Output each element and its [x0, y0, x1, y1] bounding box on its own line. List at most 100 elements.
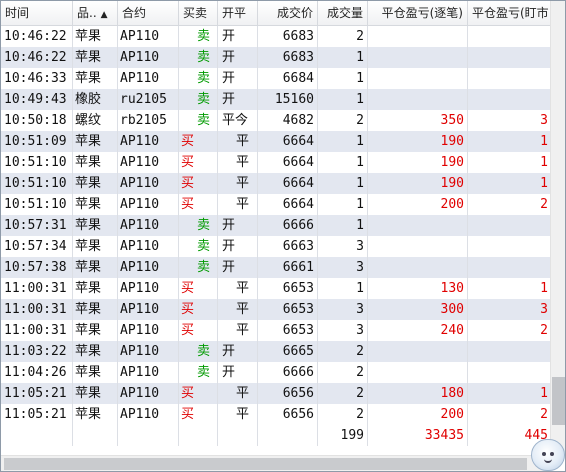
side-label: 卖 [197, 92, 211, 107]
table-row[interactable]: 10:57:34 苹果 AP110 卖开 6663 3 [1, 236, 550, 257]
contract-cell: AP110 [118, 152, 179, 173]
pnl-trade-cell: 180 [368, 383, 468, 404]
contract-cell: AP110 [118, 236, 179, 257]
table-row[interactable]: 10:51:10 苹果 AP110 买 平 6664 1 200 2 [1, 194, 550, 215]
side-label: 卖 [197, 239, 211, 254]
table-row[interactable]: 10:51:09 苹果 AP110 买平 6664 1 190 1 [1, 131, 550, 152]
side-cell: 买 [179, 299, 218, 320]
open-close-cell: 平 [218, 194, 258, 215]
volume-cell: 1 [318, 215, 368, 236]
table-row[interactable]: 10:46:22 苹果 AP110 卖开 6683 2 [1, 26, 550, 47]
side-label: 卖 [197, 113, 211, 128]
side-cell: 卖 [179, 110, 218, 131]
product-cell: 苹果 [73, 320, 118, 341]
column-header-time[interactable]: 时间 [1, 1, 73, 25]
price-cell: 6665 [258, 341, 318, 362]
table-row[interactable]: 11:05:21 苹果 AP110 买平 6656 2 200 2 [1, 404, 550, 425]
pnl-mtm-cell [468, 215, 550, 236]
totals-contract-cell [118, 425, 179, 446]
volume-cell: 1 [318, 68, 368, 89]
contract-cell: AP110 [118, 215, 179, 236]
side-cell: 买 [179, 194, 218, 215]
time-cell: 10:57:31 [1, 215, 73, 236]
table-row[interactable]: 11:03:22 苹果 AP110 卖开 6665 2 [1, 341, 550, 362]
side-cell: 卖 [179, 236, 218, 257]
pnl-trade-cell: 130 [368, 278, 468, 299]
column-header-price[interactable]: 成交价 [258, 1, 318, 25]
table-row[interactable]: 10:49:43 橡胶 ru2105 卖开 15160 1 [1, 89, 550, 110]
pnl-trade-cell: 300 [368, 299, 468, 320]
price-cell: 6664 [258, 173, 318, 194]
column-header-contract[interactable]: 合约 [118, 1, 179, 25]
pnl-mtm-cell: 1 [540, 386, 548, 401]
price-cell: 6664 [258, 152, 318, 173]
contract-cell: AP110 [118, 320, 179, 341]
open-close-cell: 开 [218, 362, 258, 383]
side-label: 卖 [197, 218, 211, 233]
side-label: 买 [181, 197, 195, 212]
vertical-scrollbar-thumb[interactable] [552, 377, 565, 425]
volume-cell: 3 [318, 236, 368, 257]
trade-records-grid: 时间 品.. ▲ 合约 买卖 开平 成交价 成交量 平仓盈亏(逐笔) 平仓盈亏(盯… [0, 0, 566, 472]
side-label: 卖 [197, 29, 211, 44]
table-row[interactable]: 10:51:10 苹果 AP110 买平 6664 1 190 1 [1, 152, 550, 173]
contract-cell: AP110 [118, 173, 179, 194]
pnl-mtm-cell: 1 [540, 134, 548, 149]
horizontal-scrollbar-thumb[interactable] [4, 458, 527, 470]
vertical-scrollbar[interactable] [550, 1, 565, 455]
price-cell: 6683 [258, 26, 318, 47]
table-row[interactable]: 10:57:38 苹果 AP110 卖开 6661 3 [1, 257, 550, 278]
side-label: 卖 [197, 260, 211, 275]
pnl-mtm-cell [468, 47, 550, 68]
open-close-cell: 开 [218, 341, 258, 362]
side-cell: 卖 [179, 68, 218, 89]
time-cell: 11:00:31 [1, 299, 73, 320]
side-cell: 卖 [179, 257, 218, 278]
table-row[interactable]: 10:50:18 螺纹 rb2105 卖平今 4682 2 350 3 [1, 110, 550, 131]
volume-cell: 2 [318, 26, 368, 47]
column-header-open-close[interactable]: 开平 [218, 1, 258, 25]
table-row[interactable]: 11:00:31 苹果 AP110 买 平 6653 3 240 2 [1, 320, 550, 341]
table-row[interactable]: 10:46:22 苹果 AP110 卖开 6683 1 [1, 47, 550, 68]
pnl-trade-cell [368, 236, 468, 257]
table-row[interactable]: 10:46:33 苹果 AP110 卖开 6684 1 [1, 68, 550, 89]
sort-ascending-icon: ▲ [100, 10, 108, 20]
pnl-mtm-cell: 1 [540, 281, 548, 296]
table-row[interactable]: 11:04:26 苹果 AP110 卖开 6666 2 [1, 362, 550, 383]
time-cell: 10:51:09 [1, 131, 73, 152]
table-row[interactable]: 11:00:31 苹果 AP110 买平 6653 1 130 1 [1, 278, 550, 299]
horizontal-scrollbar[interactable] [1, 455, 550, 471]
time-cell: 11:00:31 [1, 278, 73, 299]
product-cell: 苹果 [73, 131, 118, 152]
time-cell: 11:03:22 [1, 341, 73, 362]
open-close-cell: 平 [218, 173, 258, 194]
column-header-product[interactable]: 品.. ▲ [73, 1, 118, 25]
pnl-trade-cell [368, 89, 468, 110]
table-row[interactable]: 11:00:31 苹果 AP110 买平 6653 3 300 3 [1, 299, 550, 320]
open-close-cell: 平 [218, 278, 258, 299]
table-row[interactable]: 11:05:21 苹果 AP110 买 平 6656 2 180 1 [1, 383, 550, 404]
totals-price-cell [258, 425, 318, 446]
table-row[interactable]: 10:57:31 苹果 AP110 卖开 6666 1 [1, 215, 550, 236]
open-close-cell: 开 [218, 89, 258, 110]
column-header-side[interactable]: 买卖 [179, 1, 218, 25]
contract-cell: AP110 [118, 47, 179, 68]
volume-cell: 1 [318, 194, 368, 215]
time-cell: 10:57:38 [1, 257, 73, 278]
side-label: 买 [181, 407, 195, 422]
volume-cell: 3 [318, 257, 368, 278]
time-cell: 11:04:26 [1, 362, 73, 383]
column-header-volume[interactable]: 成交量 [318, 1, 368, 25]
column-header-pnl-trade[interactable]: 平仓盈亏(逐笔) [368, 1, 468, 25]
table-row[interactable]: 10:51:10 苹果 AP110 买平 6664 1 190 1 [1, 173, 550, 194]
price-cell: 6666 [258, 215, 318, 236]
pnl-trade-cell [368, 341, 468, 362]
price-cell: 6661 [258, 257, 318, 278]
contract-cell: AP110 [118, 341, 179, 362]
product-cell: 苹果 [73, 215, 118, 236]
side-label: 买 [181, 155, 195, 170]
time-cell: 10:46:22 [1, 47, 73, 68]
assistant-face-icon[interactable] [531, 439, 565, 471]
totals-product-cell [73, 425, 118, 446]
column-header-pnl-mtm[interactable]: 平仓盈亏(盯市 [468, 1, 550, 25]
